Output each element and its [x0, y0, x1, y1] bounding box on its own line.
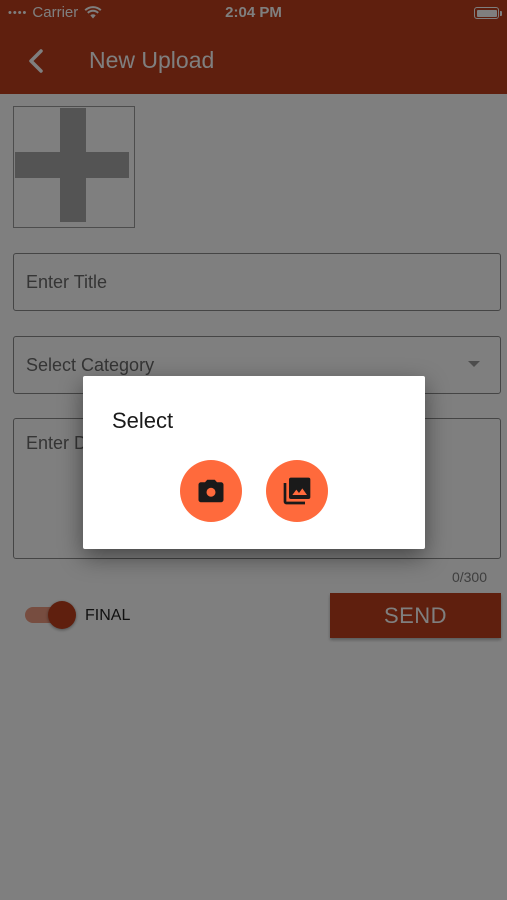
gallery-button[interactable]	[266, 460, 328, 522]
photo-library-icon	[283, 477, 311, 505]
camera-icon	[198, 479, 224, 503]
select-source-dialog: Select	[83, 376, 425, 549]
camera-button[interactable]	[180, 460, 242, 522]
dialog-title: Select	[112, 408, 174, 433]
